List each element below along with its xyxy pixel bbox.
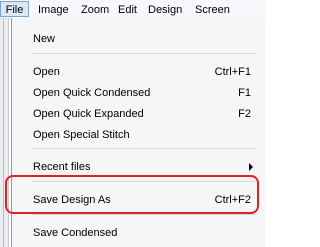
menu-item-save-condensed-label: Save Condensed (33, 227, 118, 239)
menu-bar: File Image Zoom Edit Design Screen (0, 0, 265, 19)
menu-design[interactable]: Design (148, 3, 182, 17)
menu-item-open-label: Open (33, 66, 60, 78)
menu-item-open-quick-expanded-shortcut: F2 (238, 108, 251, 120)
menu-item-open-special-stitch[interactable]: Open Special Stitch (33, 127, 265, 143)
menu-item-open-quick-condensed-shortcut: F1 (238, 87, 251, 99)
menu-item-open-shortcut: Ctrl+F1 (214, 66, 251, 78)
menu-file[interactable]: File (0, 1, 29, 17)
menu-item-new-label: New (33, 33, 56, 45)
menu-item-open[interactable]: Open Ctrl+F1 (33, 64, 265, 80)
menu-item-open-special-stitch-label: Open Special Stitch (33, 129, 130, 141)
window-edge (0, 19, 9, 247)
menu-item-open-quick-condensed[interactable]: Open Quick Condensed F1 (33, 85, 265, 101)
highlight-annotation-box (5, 175, 259, 214)
menu-item-recent-files-label: Recent files (33, 161, 91, 173)
menu-edit[interactable]: Edit (118, 3, 137, 17)
menu-image[interactable]: Image (38, 3, 69, 17)
menu-item-recent-files[interactable]: Recent files (33, 159, 265, 175)
window-edge-line (3, 19, 4, 247)
menu-item-save-condensed[interactable]: Save Condensed (33, 225, 265, 241)
menu-item-open-quick-condensed-label: Open Quick Condensed (33, 87, 151, 99)
menu-item-open-quick-expanded-label: Open Quick Expanded (33, 108, 144, 120)
menu-item-new[interactable]: New (33, 31, 265, 47)
menu-item-open-quick-expanded[interactable]: Open Quick Expanded F2 (33, 106, 265, 122)
menu-separator (32, 53, 257, 54)
menu-zoom[interactable]: Zoom (81, 3, 109, 17)
menu-separator (32, 214, 257, 215)
menu-screen[interactable]: Screen (195, 3, 230, 17)
menu-separator (32, 148, 257, 149)
submenu-arrow-icon (249, 163, 253, 171)
